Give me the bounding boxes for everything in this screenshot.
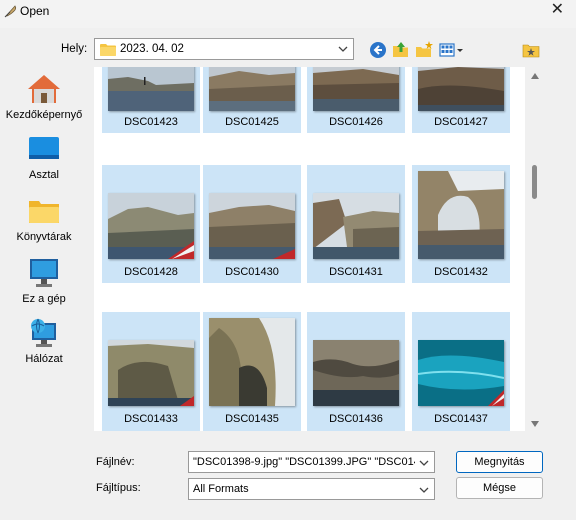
file-tile[interactable]: DSC01432 — [412, 165, 510, 283]
filetype-dropdown[interactable]: All Formats — [188, 478, 435, 500]
filename-value: "DSC01398-9.jpg" "DSC01399.JPG" "DSC014 — [193, 456, 415, 468]
file-thumbnail — [108, 340, 194, 406]
file-thumbnail — [108, 67, 194, 111]
location-label: Hely: — [61, 43, 88, 55]
scroll-up-arrow-icon[interactable] — [531, 73, 539, 79]
file-name: DSC01436 — [329, 413, 383, 425]
folder-icon — [100, 44, 116, 56]
cancel-button[interactable]: Mégse — [456, 477, 543, 499]
place-network-label: Hálózat — [25, 353, 63, 365]
file-tile[interactable]: DSC01426 — [307, 67, 405, 133]
file-name: DSC01431 — [329, 266, 383, 278]
title-bar: Open ✕ — [0, 0, 576, 28]
file-thumbnail — [418, 171, 504, 259]
file-name: DSC01426 — [329, 116, 383, 128]
place-computer-label: Ez a gép — [22, 293, 66, 305]
file-name: DSC01425 — [225, 116, 279, 128]
location-dropdown[interactable]: 2023. 04. 02 — [94, 38, 354, 60]
file-tile[interactable]: DSC01433 — [102, 312, 200, 431]
places-bar: Kezdőképernyő Asztal Könyvtárak Ez a gép — [0, 67, 88, 437]
place-libraries-label: Könyvtárak — [16, 231, 72, 243]
network-icon — [31, 318, 56, 347]
filetype-label: Fájltípus: — [96, 482, 141, 494]
star-folder-icon[interactable] — [521, 40, 541, 60]
file-name: DSC01433 — [124, 413, 178, 425]
home-icon — [28, 75, 60, 103]
file-thumbnail — [313, 193, 399, 259]
file-thumbnail — [418, 67, 504, 111]
place-desktop[interactable]: Asztal — [0, 135, 88, 181]
file-thumbnail — [313, 340, 399, 406]
file-name: DSC01427 — [434, 116, 488, 128]
up-folder-icon[interactable] — [391, 40, 411, 60]
app-feather-icon — [4, 5, 17, 18]
scrollbar-thumb[interactable] — [532, 165, 537, 199]
file-tile[interactable]: DSC01423 — [102, 67, 200, 133]
place-computer[interactable]: Ez a gép — [0, 257, 88, 305]
computer-icon — [30, 259, 58, 287]
file-tile[interactable]: DSC01431 — [307, 165, 405, 283]
vertical-scrollbar[interactable] — [527, 67, 543, 431]
file-tile[interactable]: DSC01425 — [203, 67, 301, 133]
libraries-folder-icon — [29, 201, 59, 223]
file-tile[interactable]: DSC01430 — [203, 165, 301, 283]
window-title: Open — [20, 4, 50, 18]
chevron-down-icon — [419, 460, 429, 466]
desktop-icon — [29, 137, 59, 159]
file-thumbnail — [209, 318, 295, 406]
file-name: DSC01437 — [434, 413, 488, 425]
file-thumbnail — [209, 67, 295, 111]
place-desktop-label: Asztal — [29, 169, 59, 181]
file-thumbnail — [313, 67, 399, 111]
filename-input[interactable]: "DSC01398-9.jpg" "DSC01399.JPG" "DSC014 — [188, 451, 435, 473]
place-network[interactable]: Hálózat — [0, 317, 88, 365]
file-name: DSC01430 — [225, 266, 279, 278]
file-tile[interactable]: DSC01436 — [307, 312, 405, 431]
file-tile[interactable]: DSC01435 — [203, 312, 301, 431]
chevron-down-icon — [419, 487, 429, 493]
scroll-down-arrow-icon[interactable] — [531, 421, 539, 427]
file-name: DSC01423 — [124, 116, 178, 128]
file-tile[interactable]: DSC01427 — [412, 67, 510, 133]
back-icon[interactable] — [368, 40, 388, 60]
chevron-down-icon — [338, 46, 348, 52]
new-folder-icon[interactable] — [414, 40, 434, 60]
file-list-pane[interactable]: DSC01423 DSC01425 DSC01426 DSC01427 DSC0… — [94, 67, 525, 431]
file-thumbnail — [209, 193, 295, 259]
location-value: 2023. 04. 02 — [120, 43, 184, 55]
file-name: DSC01428 — [124, 266, 178, 278]
filetype-value: All Formats — [193, 483, 249, 495]
file-name: DSC01435 — [225, 413, 279, 425]
file-thumbnail — [418, 340, 504, 406]
close-icon[interactable]: ✕ — [551, 2, 564, 18]
file-name: DSC01432 — [434, 266, 488, 278]
place-home[interactable]: Kezdőképernyő — [0, 73, 88, 121]
file-tile[interactable]: DSC01428 — [102, 165, 200, 283]
file-thumbnail — [108, 193, 194, 259]
open-button[interactable]: Megnyitás — [456, 451, 543, 473]
place-libraries[interactable]: Könyvtárak — [0, 197, 88, 243]
filename-label: Fájlnév: — [96, 456, 135, 468]
place-home-label: Kezdőképernyő — [5, 109, 83, 121]
view-menu-icon[interactable] — [438, 40, 464, 60]
file-tile[interactable]: DSC01437 — [412, 312, 510, 431]
